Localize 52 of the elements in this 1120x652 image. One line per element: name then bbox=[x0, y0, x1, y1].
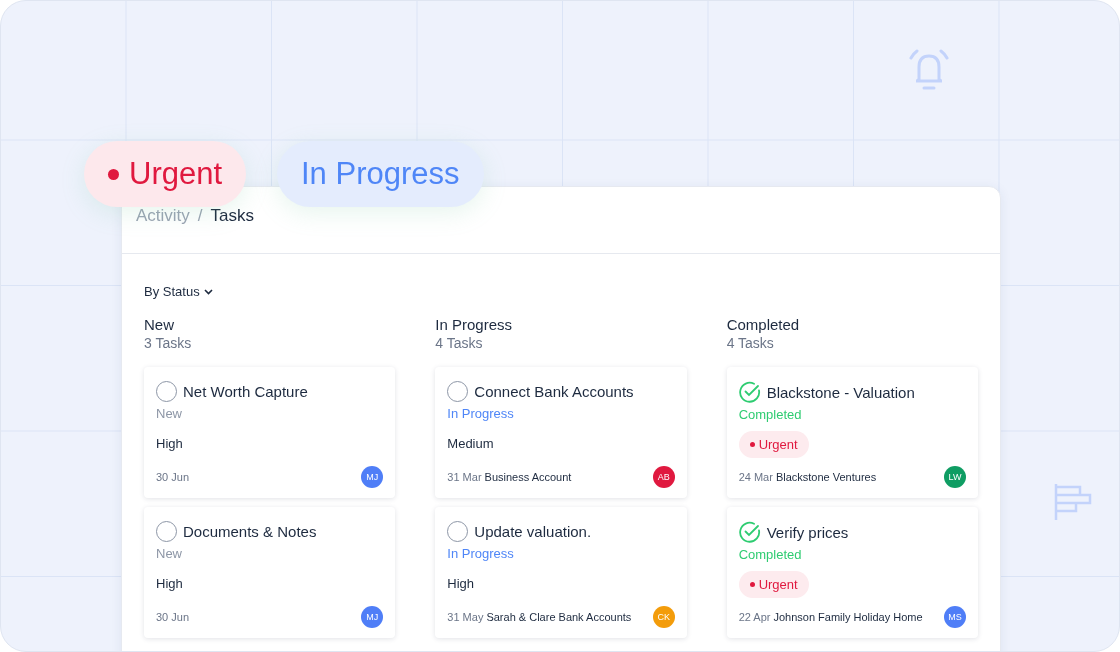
task-title: Blackstone - Valuation bbox=[766, 383, 915, 401]
status-tag: Urgent bbox=[84, 141, 247, 207]
gantt-chart-icon bbox=[1054, 483, 1092, 521]
task-date-account: 22 Apr Johnson Family Holiday Home bbox=[738, 611, 923, 623]
task-card[interactable]: Net Worth Capture New High 30 Jun MJ bbox=[144, 367, 396, 498]
task-date-account: 24 Mar Blackstone Ventures bbox=[738, 471, 877, 483]
task-title: Net Worth Capture bbox=[183, 383, 308, 400]
task-priority: Medium bbox=[447, 436, 494, 451]
column-title: New bbox=[144, 316, 175, 334]
breadcrumb-current: Tasks bbox=[210, 206, 255, 226]
check-circle-icon[interactable] bbox=[738, 381, 761, 403]
task-title: Documents & Notes bbox=[183, 523, 317, 540]
task-status: Completed bbox=[738, 547, 803, 562]
user-avatar: MJ bbox=[361, 606, 384, 628]
task-title: Update valuation. bbox=[474, 523, 592, 540]
column-title: Completed bbox=[726, 316, 801, 334]
task-card[interactable]: Connect Bank Accounts In Progress Medium 31 Mar Business Account AB bbox=[435, 367, 687, 498]
priority-tag: Urgent bbox=[738, 570, 809, 598]
priority-tag: Urgent bbox=[738, 430, 809, 458]
task-title: Connect Bank Accounts bbox=[474, 383, 634, 400]
task-count: 4 Tasks bbox=[726, 334, 775, 352]
task-status: New bbox=[156, 546, 183, 561]
task-count: 3 Tasks bbox=[144, 334, 193, 352]
user-avatar: MS bbox=[944, 606, 966, 628]
breadcrumb-separator: / bbox=[197, 206, 203, 226]
task-card[interactable]: Verify prices Completed Urgent 22 Apr Johnson Family Holiday Home MS bbox=[726, 507, 978, 638]
status-tag: In Progress bbox=[277, 141, 484, 207]
user-avatar: MJ bbox=[361, 466, 384, 488]
task-date-account: 30 Jun bbox=[156, 611, 190, 623]
task-priority: High bbox=[156, 576, 183, 591]
task-status: In Progress bbox=[447, 546, 515, 561]
task-date-account: 31 Mar Business Account bbox=[447, 471, 572, 483]
task-card[interactable]: Documents & Notes New High 30 Jun MJ bbox=[144, 507, 396, 638]
task-count: 4 Tasks bbox=[435, 334, 484, 352]
task-status: Completed bbox=[738, 407, 803, 422]
user-avatar: LW bbox=[944, 466, 966, 488]
check-circle-icon[interactable] bbox=[738, 521, 761, 543]
user-avatar: CK bbox=[652, 606, 675, 628]
task-date-account: 31 May Sarah & Clare Bank Accounts bbox=[447, 611, 632, 623]
task-card[interactable]: Update valuation. In Progress High 31 May Sarah & Clare Bank Accounts CK bbox=[435, 507, 687, 638]
task-status: New bbox=[156, 406, 183, 421]
chevron-down-icon bbox=[203, 288, 213, 295]
user-avatar: AB bbox=[652, 466, 675, 488]
task-card[interactable]: Blackstone - Valuation Completed Urgent 24 Mar Blackstone Ventures LW bbox=[726, 367, 978, 498]
task-title: Verify prices bbox=[766, 523, 849, 541]
task-status: In Progress bbox=[447, 406, 515, 421]
status-filter-dropdown[interactable]: By Status bbox=[144, 284, 213, 299]
task-priority: High bbox=[447, 576, 475, 591]
task-date-account: 30 Jun bbox=[156, 471, 190, 483]
bell-icon bbox=[909, 47, 949, 91]
column-title: In Progress bbox=[435, 316, 514, 334]
task-priority: High bbox=[156, 436, 183, 451]
